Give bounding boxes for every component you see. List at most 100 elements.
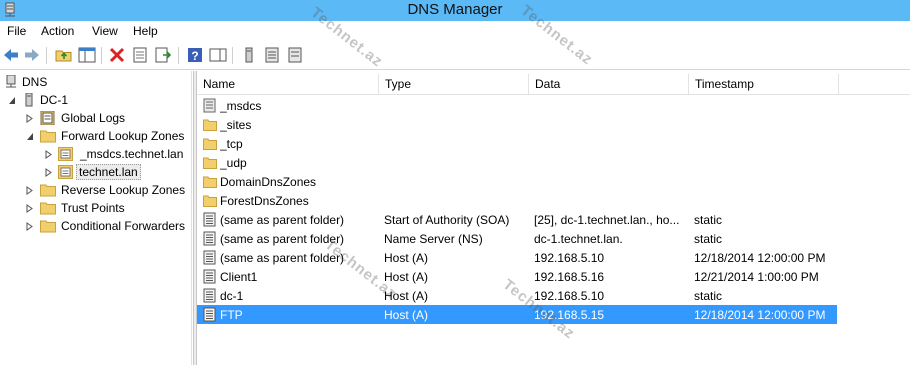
tree-label-trust-points: Trust Points [61, 201, 125, 215]
zone-icon [58, 165, 73, 179]
menu-bar: File Action View Help [0, 21, 910, 41]
record-name: (same as parent folder) [220, 213, 345, 227]
record-timestamp: static [694, 213, 723, 227]
expand-icon[interactable] [45, 168, 53, 177]
folder-icon [40, 202, 56, 215]
record-name: ForestDnsZones [220, 194, 309, 208]
record-data: 192.168.5.10 [534, 289, 605, 303]
server-icon[interactable] [240, 46, 258, 64]
record-timestamp: 12/18/2014 12:00:00 PM [694, 251, 826, 265]
dns-root-icon [6, 75, 16, 88]
action-pane-icon[interactable] [209, 46, 227, 64]
record-row[interactable]: (same as parent folder) Name Server (NS) d… [197, 229, 837, 248]
tree-label-forward-lookup-zones: Forward Lookup Zones [61, 129, 185, 143]
record-type: Host (A) [384, 308, 429, 322]
record-row[interactable]: ForestDnsZones [197, 191, 837, 210]
record-name: dc-1 [220, 289, 244, 303]
record-data: [25], dc-1.technet.lan., ho... [534, 213, 680, 227]
record-icon [203, 288, 216, 303]
record-detail-icon[interactable] [286, 46, 304, 64]
record-row[interactable]: (same as parent folder) Start of Authorit… [197, 210, 837, 229]
record-name: _sites [220, 118, 252, 132]
record-type: Name Server (NS) [384, 232, 483, 246]
column-header-name[interactable]: Name [197, 74, 379, 94]
show-hide-tree-icon[interactable] [78, 46, 96, 64]
record-row[interactable]: (same as parent folder) Host (A) 192.168.5… [197, 248, 837, 267]
column-header-timestamp[interactable]: Timestamp [689, 74, 839, 94]
tree-label-conditional-forwarders: Conditional Forwarders [61, 219, 186, 233]
record-name: FTP [220, 308, 243, 322]
folder-icon [203, 176, 217, 188]
column-header-data[interactable]: Data [529, 74, 689, 94]
properties-icon[interactable] [131, 46, 149, 64]
folder-icon [40, 130, 56, 143]
expand-icon[interactable] [26, 222, 34, 231]
record-row[interactable]: _msdcs [197, 96, 837, 115]
record-data: 192.168.5.10 [534, 251, 605, 265]
window-title: DNS Manager [407, 1, 503, 18]
folder-icon [203, 157, 217, 169]
record-list-icon[interactable] [263, 46, 281, 64]
record-timestamp: static [694, 289, 723, 303]
folder-icon [203, 119, 217, 131]
expand-icon[interactable] [26, 114, 34, 123]
tree-label-dns: DNS [22, 75, 48, 89]
title-bar: DNS Manager [0, 0, 910, 21]
forward-arrow-icon[interactable] [23, 46, 41, 64]
record-timestamp: 12/21/2014 1:00:00 PM [694, 270, 819, 284]
record-type: Start of Authority (SOA) [384, 213, 510, 227]
tree-label-reverse-lookup-zones: Reverse Lookup Zones [61, 183, 186, 197]
record-icon [203, 231, 216, 246]
delegated-zone-icon [203, 98, 216, 113]
record-row[interactable]: _sites [197, 115, 837, 134]
expand-icon[interactable] [26, 186, 34, 195]
expand-icon[interactable] [26, 204, 34, 213]
menu-file[interactable]: File [5, 23, 28, 39]
record-icon [203, 212, 216, 227]
toolbar: ? [0, 41, 910, 70]
log-icon [40, 111, 55, 125]
folder-icon [40, 184, 56, 197]
record-data: dc-1.technet.lan. [534, 232, 623, 246]
zone-icon [58, 147, 73, 161]
record-timestamp: static [694, 232, 723, 246]
collapse-icon[interactable] [26, 132, 34, 141]
server-node-icon [25, 93, 33, 107]
record-timestamp: 12/18/2014 12:00:00 PM [694, 308, 826, 322]
tree-label-technet-zone: technet.lan [76, 164, 141, 180]
up-folder-icon[interactable] [55, 46, 73, 64]
record-name: _msdcs [220, 99, 262, 113]
svg-text:?: ? [191, 49, 198, 63]
record-name: (same as parent folder) [220, 232, 345, 246]
record-type: Host (A) [384, 251, 429, 265]
folder-icon [203, 195, 217, 207]
folder-icon [40, 220, 56, 233]
tree-label-server: DC-1 [40, 93, 69, 107]
record-name: _tcp [220, 137, 243, 151]
record-row[interactable]: _tcp [197, 134, 837, 153]
back-arrow-icon[interactable] [2, 46, 20, 64]
help-icon[interactable]: ? [186, 46, 204, 64]
record-name: _udp [220, 156, 247, 170]
menu-action[interactable]: Action [39, 23, 76, 39]
export-list-icon[interactable] [154, 46, 172, 64]
menu-help[interactable]: Help [131, 23, 160, 39]
folder-icon [203, 138, 217, 150]
console-tree: DNS DC-1 Global Logs Forward Lookup Zone… [0, 71, 192, 365]
expand-icon[interactable] [45, 150, 53, 159]
record-icon [203, 269, 216, 284]
record-data: 192.168.5.16 [534, 270, 605, 284]
record-name: DomainDnsZones [220, 175, 317, 189]
column-header-type[interactable]: Type [379, 74, 529, 94]
record-icon [203, 250, 216, 265]
tree-label-global-logs: Global Logs [61, 111, 126, 125]
collapse-icon[interactable] [8, 96, 16, 105]
record-row[interactable]: _udp [197, 153, 837, 172]
column-header-row: Name Type Data Timestamp [197, 71, 910, 95]
tree-label-msdcs-zone: _msdcs.technet.lan [80, 147, 184, 161]
delete-icon[interactable] [108, 46, 126, 64]
record-row[interactable]: FTP Host (A) 192.168.5.15 12/18/2014 12:00:… [197, 305, 837, 324]
record-icon [203, 307, 216, 322]
record-row[interactable]: DomainDnsZones [197, 172, 837, 191]
menu-view[interactable]: View [90, 23, 120, 39]
